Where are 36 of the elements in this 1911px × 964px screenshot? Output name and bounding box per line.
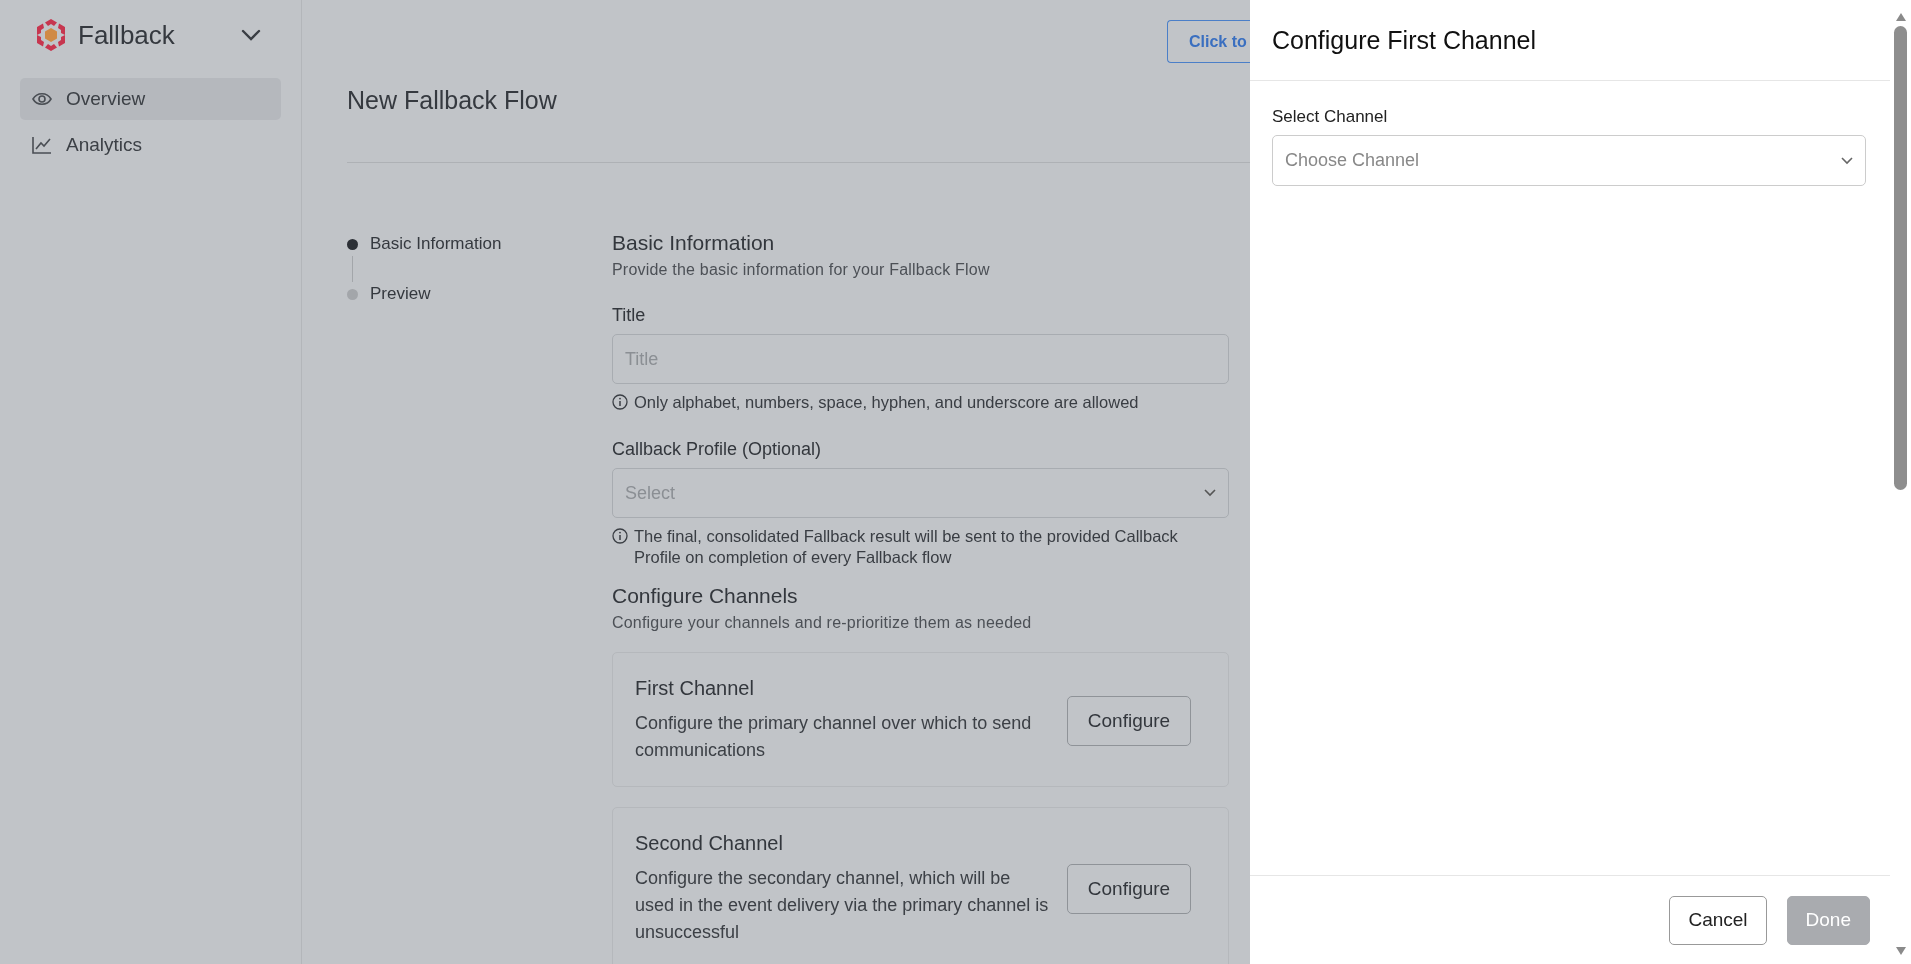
card-description: Configure the primary channel over which to send communications xyxy=(635,712,1033,762)
channel-select[interactable]: Choose Channel xyxy=(1272,135,1866,186)
field-label: Select Channel xyxy=(1272,107,1389,127)
nav-item[interactable]: Analytics xyxy=(20,124,281,166)
chevron-down-icon[interactable] xyxy=(241,29,261,41)
card-title: Second Channel xyxy=(635,832,784,855)
line-chart-icon xyxy=(32,136,52,154)
footer-button[interactable]: Cancel xyxy=(1669,895,1767,945)
scroll-down-icon[interactable] xyxy=(1894,946,1907,956)
hint-text: Only alphabet, numbers, space, hyphen, and underscore are allowed xyxy=(634,392,1139,413)
configure-button[interactable]: Configure xyxy=(1067,864,1191,914)
drawer-title: Configure First Channel xyxy=(1272,25,1536,55)
step-label[interactable]: Preview xyxy=(370,284,431,304)
section-subtitle: Provide the basic information for your Fallback Flow xyxy=(612,261,991,279)
section-title: Configure Channels xyxy=(612,584,799,608)
scrollbar-thumb[interactable] xyxy=(1894,26,1907,490)
scroll-up-icon[interactable] xyxy=(1894,12,1907,22)
info-icon xyxy=(612,528,628,544)
section-subtitle: Configure your channels and re-prioritize them as needed xyxy=(612,614,1033,632)
page-title: New Fallback Flow xyxy=(347,86,557,115)
card-description: Configure the secondary channel, which will be used in the event delivery via the primary channel is unsuccessful xyxy=(635,867,1050,944)
field-label: Callback Profile (Optional) xyxy=(612,439,823,460)
logo-icon xyxy=(35,18,67,52)
eye-icon xyxy=(32,92,52,106)
configure-button[interactable]: Configure xyxy=(1067,695,1191,746)
hint-text: The final, consolidated Fallback result will be sent to the provided Callback Profile on completion of every Fallback flow xyxy=(634,526,1179,568)
chevron-down-icon xyxy=(1204,489,1216,497)
info-icon xyxy=(612,394,628,410)
nav-item[interactable]: Overview xyxy=(20,78,281,120)
card-title: First Channel xyxy=(635,677,755,700)
section-title: Basic Information xyxy=(612,231,776,255)
scrollbar[interactable] xyxy=(1890,0,1911,964)
step-label[interactable]: Basic Information xyxy=(370,234,502,254)
chevron-down-icon xyxy=(1841,156,1853,165)
field-label: Title xyxy=(612,305,647,326)
app-title: Fallback xyxy=(78,19,175,51)
